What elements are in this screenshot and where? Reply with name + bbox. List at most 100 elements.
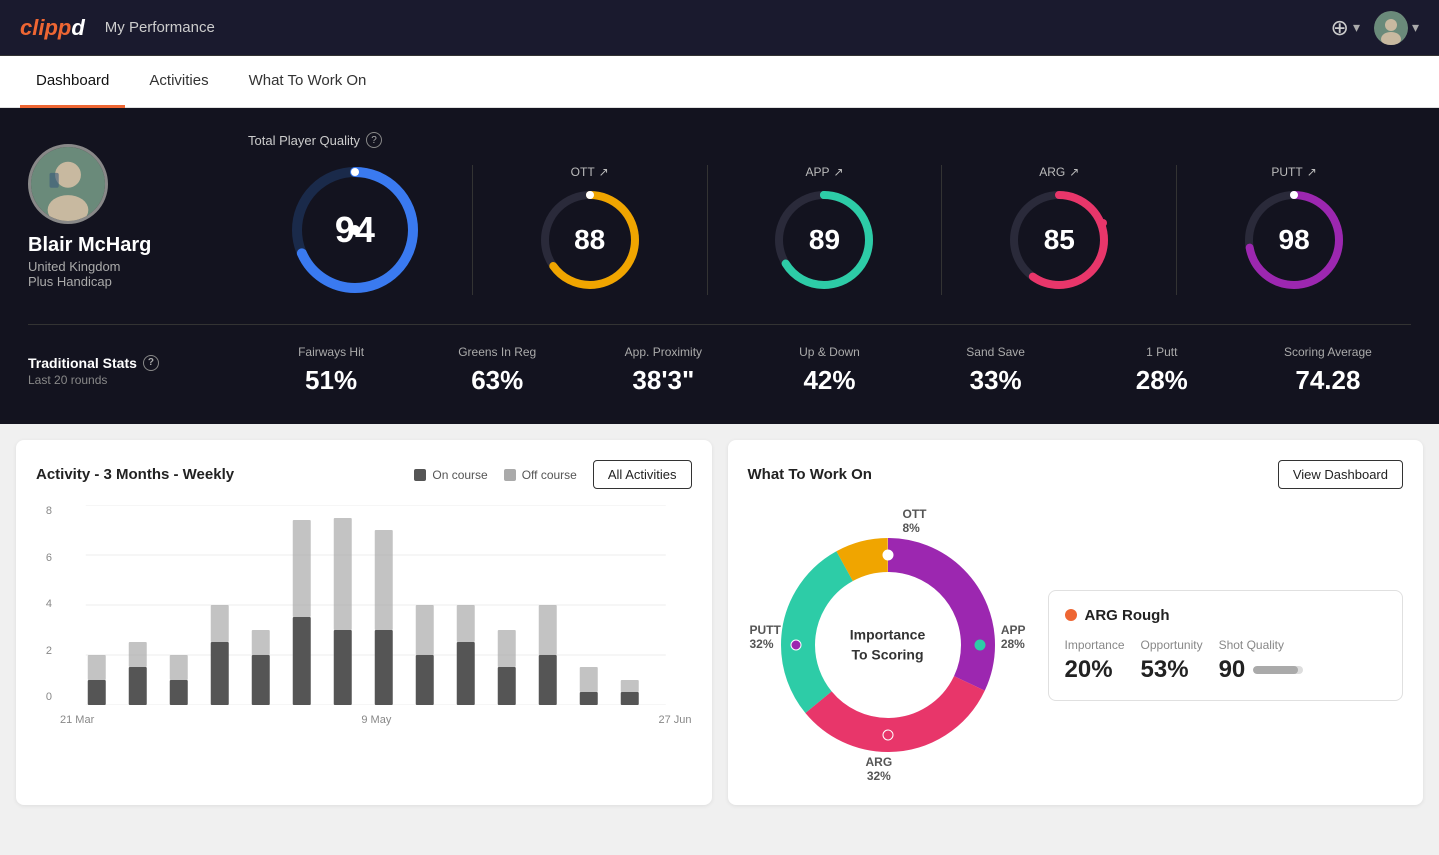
info-card-title: ARG Rough [1065, 607, 1387, 624]
info-card-stats: Importance 20% Opportunity 53% Shot Qual… [1065, 638, 1387, 684]
putt-label: PUTT ↗ [1271, 165, 1316, 179]
putt-score: 98 [1279, 224, 1310, 256]
logo: clippd [20, 15, 85, 41]
opportunity-stat: Opportunity 53% [1141, 638, 1203, 684]
app-trend-icon: ↗ [833, 165, 843, 179]
stat-updown-value: 42% [803, 365, 855, 396]
page-title: My Performance [105, 19, 215, 36]
app-segment-label: APP 28% [1001, 623, 1026, 651]
player-name: Blair McHarg [28, 234, 151, 257]
all-activities-button[interactable]: All Activities [593, 460, 692, 489]
x-axis-labels: 21 Mar 9 May 27 Jun [60, 714, 692, 726]
activity-controls: On course Off course All Activities [414, 460, 691, 489]
stats-section: Blair McHarg United Kingdom Plus Handica… [0, 108, 1439, 424]
off-course-legend-icon [504, 469, 516, 481]
player-quality-row: Blair McHarg United Kingdom Plus Handica… [28, 132, 1411, 300]
y-axis: 0 2 4 6 8 [36, 505, 52, 705]
view-dashboard-button[interactable]: View Dashboard [1278, 460, 1403, 489]
stat-greens-label: Greens In Reg [458, 345, 536, 359]
stat-greens-value: 63% [471, 365, 523, 396]
header: clippd My Performance ⊕ ▾ ▾ [0, 0, 1439, 56]
stat-greens-in-reg: Greens In Reg 63% [414, 345, 580, 396]
player-info: Blair McHarg United Kingdom Plus Handica… [28, 144, 248, 289]
shot-quality-bar-fill [1253, 666, 1298, 674]
stat-fairways-value: 51% [305, 365, 357, 396]
avatar-image [1374, 11, 1408, 45]
header-right: ⊕ ▾ ▾ [1331, 11, 1420, 45]
activity-header: Activity - 3 Months - Weekly On course O… [36, 460, 692, 489]
wtwo-header: What To Work On View Dashboard [748, 460, 1404, 489]
trad-label-col: Traditional Stats ? Last 20 rounds [28, 355, 248, 387]
main-score: 94 [335, 209, 375, 251]
ott-trend-icon: ↗ [599, 165, 609, 179]
trad-sublabel: Last 20 rounds [28, 373, 248, 387]
ott-segment-label: OTT 8% [903, 507, 927, 535]
quality-label: Total Player Quality ? [248, 132, 1411, 148]
trad-stats-list: Fairways Hit 51% Greens In Reg 63% App. … [248, 345, 1411, 396]
main-gauge-circle: 94 [285, 160, 425, 300]
arg-label: ARG ↗ [1039, 165, 1079, 179]
trad-help-icon[interactable]: ? [143, 355, 159, 371]
add-chevron-icon: ▾ [1353, 19, 1360, 36]
stat-sand-value: 33% [970, 365, 1022, 396]
player-avatar [28, 144, 108, 224]
add-button[interactable]: ⊕ ▾ [1331, 15, 1360, 41]
putt-gauge-circle: 98 [1239, 185, 1349, 295]
putt-segment-label: PUTT 32% [750, 623, 781, 651]
x-label-mar: 21 Mar [60, 714, 94, 726]
stat-1-putt: 1 Putt 28% [1079, 345, 1245, 396]
bar-chart-area: 21 Mar 9 May 27 Jun [60, 505, 692, 726]
x-label-may: 9 May [361, 714, 391, 726]
ott-gauge-circle: 88 [535, 185, 645, 295]
putt-trend-icon: ↗ [1307, 165, 1317, 179]
legend-off-course: Off course [504, 468, 577, 482]
putt-gauge: PUTT ↗ 98 [1176, 165, 1411, 295]
ott-label: OTT ↗ [571, 165, 609, 179]
player-country: United Kingdom [28, 259, 121, 274]
bar-chart-wrapper: 0 2 4 6 8 [36, 505, 692, 726]
ott-gauge: OTT ↗ 88 [472, 165, 707, 295]
arg-score: 85 [1044, 224, 1075, 256]
info-card: ARG Rough Importance 20% Opportunity 53%… [1048, 590, 1404, 701]
what-to-work-on-panel: What To Work On View Dashboard [728, 440, 1424, 805]
help-icon[interactable]: ? [366, 132, 382, 148]
app-label: APP ↗ [805, 165, 843, 179]
legend-on-course: On course [414, 468, 487, 482]
wtwo-content: Importance To Scoring OTT 8% APP 28% ARG [748, 505, 1404, 785]
stat-app-label: App. Proximity [625, 345, 702, 359]
tab-activities[interactable]: Activities [133, 56, 224, 108]
opportunity-label: Opportunity [1141, 638, 1203, 652]
stat-updown-label: Up & Down [799, 345, 860, 359]
info-card-dot-icon [1065, 609, 1077, 621]
arg-gauge-circle: 85 [1004, 185, 1114, 295]
stat-fairways-label: Fairways Hit [298, 345, 364, 359]
stat-scoring-value: 74.28 [1295, 365, 1360, 396]
donut-center-text: Importance To Scoring [850, 625, 925, 664]
activity-title: Activity - 3 Months - Weekly [36, 466, 234, 483]
tab-dashboard[interactable]: Dashboard [20, 56, 125, 108]
header-left: clippd My Performance [20, 15, 215, 41]
arg-segment-label: ARG 32% [866, 755, 893, 783]
user-avatar-button[interactable]: ▾ [1374, 11, 1419, 45]
avatar-chevron-icon: ▾ [1412, 19, 1419, 36]
traditional-stats-row: Traditional Stats ? Last 20 rounds Fairw… [28, 324, 1411, 396]
logo-text: clippd [20, 15, 85, 41]
shot-quality-value-row: 90 [1219, 656, 1304, 684]
x-label-jun: 27 Jun [658, 714, 691, 726]
on-course-legend-icon [414, 469, 426, 481]
stat-1putt-label: 1 Putt [1146, 345, 1177, 359]
stat-app-proximity: App. Proximity 38'3" [580, 345, 746, 396]
stat-sand-label: Sand Save [966, 345, 1025, 359]
app-gauge-circle: 89 [769, 185, 879, 295]
stat-fairways-hit: Fairways Hit 51% [248, 345, 414, 396]
arg-gauge: ARG ↗ 85 [941, 165, 1176, 295]
shot-quality-stat: Shot Quality 90 [1219, 638, 1304, 684]
stat-up-down: Up & Down 42% [746, 345, 912, 396]
wtwo-title: What To Work On [748, 466, 872, 483]
tab-what-to-work-on[interactable]: What To Work On [233, 56, 383, 108]
app-score: 89 [809, 224, 840, 256]
gauges-row: 94 OTT ↗ 88 [248, 160, 1411, 300]
app-gauge: APP ↗ 89 [707, 165, 942, 295]
importance-label: Importance [1065, 638, 1125, 652]
opportunity-value: 53% [1141, 656, 1189, 684]
